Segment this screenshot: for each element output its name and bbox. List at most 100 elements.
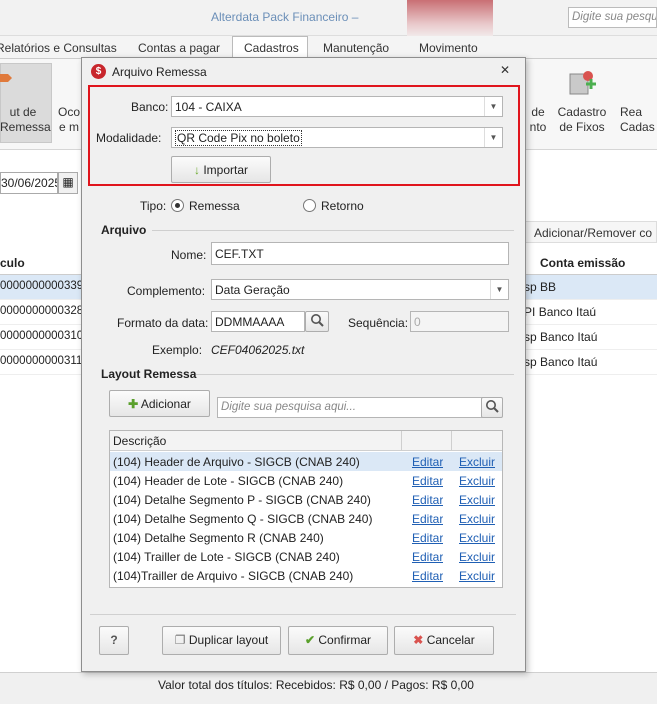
modalidade-select[interactable]: QR Code Pix no boleto (171, 127, 503, 148)
chevron-down-icon[interactable]: ▼ (484, 97, 502, 116)
table-row[interactable]: sp BB (520, 275, 657, 300)
calendar-icon[interactable]: ▦ (58, 172, 78, 194)
menu-contas-pagar[interactable]: Contas a pagar (138, 41, 220, 55)
menu-movimento[interactable]: Movimento (419, 41, 478, 55)
column-divider (451, 431, 452, 451)
arrow-down-icon: ↓ (193, 163, 200, 177)
add-remove-columns-button[interactable]: Adicionar/Remover co (520, 221, 657, 243)
duplicar-label: Duplicar layout (188, 633, 269, 647)
menu-relatorios[interactable]: Relatórios e Consultas (0, 41, 117, 55)
check-icon: ✔ (304, 633, 316, 647)
titlebar-accent (407, 0, 493, 40)
confirmar-button[interactable]: ✔ Confirmar (288, 626, 388, 655)
delete-link[interactable]: Excluir (459, 531, 495, 545)
column-divider (401, 431, 402, 451)
row-description: (104) Detalhe Segmento P - SIGCB (CNAB 2… (113, 493, 371, 507)
close-icon: ✖ (413, 633, 424, 647)
remessa-radio[interactable] (171, 199, 184, 212)
table-row[interactable]: 0000000000310 (0, 325, 82, 350)
complemento-label: Complemento: (127, 284, 206, 298)
menu-cadastros[interactable]: Cadastros (244, 41, 299, 55)
chevron-down-icon[interactable]: ▼ (490, 280, 508, 299)
row-description: (104)Trailler de Arquivo - SIGCB (CNAB 2… (113, 569, 354, 583)
ribbon-remessa-label: ut de Remessa (0, 105, 51, 134)
ribbon-cadastro-label[interactable]: Rea Cadas (620, 105, 657, 135)
table-row[interactable]: PI Banco Itaú (520, 300, 657, 325)
table-row[interactable]: sp Banco Itaú (520, 350, 657, 375)
retorno-radio[interactable] (303, 199, 316, 212)
dialog-title: Arquivo Remessa (112, 65, 207, 79)
search-icon[interactable] (481, 397, 503, 418)
menu-manutencao[interactable]: Manutenção (323, 41, 389, 55)
left-grid-header: culo (0, 250, 82, 275)
remessa-label: Remessa (189, 199, 240, 213)
complemento-select[interactable]: Data Geração (211, 279, 509, 300)
app-search-input[interactable]: Digite sua pesquisa (568, 7, 657, 28)
retorno-label: Retorno (321, 199, 364, 213)
edit-link[interactable]: Editar (412, 512, 443, 526)
banco-label: Banco: (131, 100, 169, 114)
table-row[interactable]: 0000000000311 (0, 350, 82, 375)
delete-link[interactable]: Excluir (459, 512, 495, 526)
help-button[interactable]: ? (99, 626, 129, 655)
table-row[interactable]: (104) Trailler de Lote - SIGCB (CNAB 240… (110, 547, 502, 566)
layout-search-input[interactable]: Digite sua pesquisa aqui... (217, 397, 483, 418)
layout-section-title: Layout Remessa (101, 367, 197, 381)
edit-link[interactable]: Editar (412, 550, 443, 564)
nome-label: Nome: (171, 248, 207, 262)
table-row[interactable]: (104) Detalhe Segmento P - SIGCB (CNAB 2… (110, 490, 502, 509)
arquivo-remessa-dialog: $ Arquivo Remessa ✕ Banco: 104 - CAIXA ▼… (81, 57, 526, 672)
arquivo-section-title: Arquivo (101, 223, 147, 237)
search-icon[interactable] (305, 311, 329, 332)
ribbon-cadastro-fixos[interactable]: Cadastro de Fixos (556, 105, 608, 135)
nome-input[interactable]: CEF.TXT (211, 242, 509, 265)
delete-link[interactable]: Excluir (459, 569, 495, 583)
adicionar-button[interactable]: ✚ Adicionar (109, 390, 210, 417)
descricao-header: Descrição (113, 434, 167, 448)
copy-icon: ❐ (174, 633, 186, 647)
delete-link[interactable]: Excluir (459, 455, 495, 469)
row-description: (104) Header de Arquivo - SIGCB (CNAB 24… (113, 455, 360, 469)
date-input[interactable]: 30/06/2025 (0, 172, 58, 194)
importar-button[interactable]: ↓ Importar (171, 156, 271, 183)
close-icon[interactable]: ✕ (497, 63, 513, 77)
edit-link[interactable]: Editar (412, 569, 443, 583)
banco-select[interactable]: 104 - CAIXA (171, 96, 503, 117)
cancelar-button[interactable]: ✖ Cancelar (394, 626, 494, 655)
modalidade-value: QR Code Pix no boleto (175, 130, 302, 146)
sequencia-input[interactable]: 0 (410, 311, 509, 332)
duplicar-layout-button[interactable]: ❐ Duplicar layout (162, 626, 281, 655)
footer-divider (90, 614, 516, 615)
adicionar-label: Adicionar (140, 397, 191, 411)
table-row[interactable]: 0000000000328 (0, 300, 82, 325)
table-row[interactable]: (104)Trailler de Arquivo - SIGCB (CNAB 2… (110, 566, 502, 585)
delete-link[interactable]: Excluir (459, 474, 495, 488)
row-description: (104) Header de Lote - SIGCB (CNAB 240) (113, 474, 344, 488)
edit-link[interactable]: Editar (412, 493, 443, 507)
delete-link[interactable]: Excluir (459, 550, 495, 564)
table-row[interactable]: (104) Header de Arquivo - SIGCB (CNAB 24… (110, 452, 502, 471)
exemplo-value: CEF04062025.txt (211, 343, 305, 357)
export-icon (0, 74, 12, 82)
dollar-icon: $ (91, 64, 106, 79)
ribbon-ocorrencias-label: Oco e m (57, 105, 80, 134)
row-description: (104) Detalhe Segmento R (CNAB 240) (113, 531, 324, 545)
delete-link[interactable]: Excluir (459, 493, 495, 507)
layout-grid: Descrição (104) Header de Arquivo - SIGC… (109, 430, 503, 588)
banco-value: 104 - CAIXA (175, 100, 242, 114)
row-value: Banco Itaú (540, 355, 598, 369)
formato-input[interactable]: DDMMAAAA (211, 311, 305, 332)
chevron-down-icon[interactable]: ▼ (484, 128, 502, 147)
edit-link[interactable]: Editar (412, 531, 443, 545)
grid-header: Descrição (110, 431, 502, 451)
row-value: BB (540, 280, 557, 294)
table-row[interactable]: (104) Detalhe Segmento R (CNAB 240) Edita… (110, 528, 502, 547)
pin-add-icon (569, 71, 596, 95)
exemplo-label: Exemplo: (152, 343, 203, 357)
table-row[interactable]: sp Banco Itaú (520, 325, 657, 350)
table-row[interactable]: 0000000000339 (0, 275, 82, 300)
edit-link[interactable]: Editar (412, 455, 443, 469)
edit-link[interactable]: Editar (412, 474, 443, 488)
table-row[interactable]: (104) Detalhe Segmento Q - SIGCB (CNAB 2… (110, 509, 502, 528)
table-row[interactable]: (104) Header de Lote - SIGCB (CNAB 240) E… (110, 471, 502, 490)
